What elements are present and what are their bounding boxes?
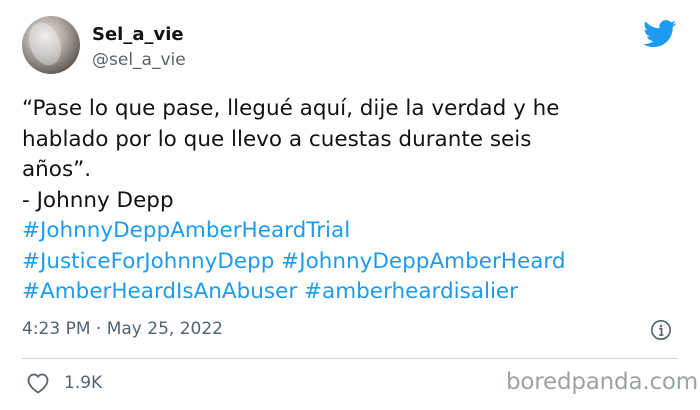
tweet-text: “Pase lo que pase, llegué aquí, dije la … [22,94,672,308]
avatar[interactable] [22,16,80,74]
hashtag-link[interactable]: #amberheardisalier [304,279,518,304]
tweet-line: hablado por lo que llevo a cuestas duran… [22,126,532,152]
hashtag-link[interactable]: #AmberHeardIsAnAbuser [22,279,297,304]
tweet-timestamp[interactable]: 4:23 PM · May 25, 2022 [22,319,223,339]
heart-icon[interactable] [26,372,50,394]
info-icon[interactable] [650,319,672,341]
author-display-name[interactable]: Sel_a_vie [92,24,184,45]
author-handle[interactable]: @sel_a_vie [92,50,186,70]
hashtag-link[interactable]: #JohnnyDeppAmberHeard [281,249,565,274]
twitter-bird-icon[interactable] [643,20,677,48]
divider [22,358,678,359]
tweet-line: - Johnny Depp [22,187,174,213]
tweet-line: años”. [22,157,92,182]
watermark: boredpanda.com [506,369,698,395]
tweet-line: “Pase lo que pase, llegué aquí, dije la … [22,96,560,121]
hashtag-link[interactable]: #JusticeForJohnnyDepp [22,249,274,274]
hashtag-link[interactable]: #JohnnyDeppAmberHeardTrial [22,218,350,243]
like-count: 1.9K [64,373,103,393]
